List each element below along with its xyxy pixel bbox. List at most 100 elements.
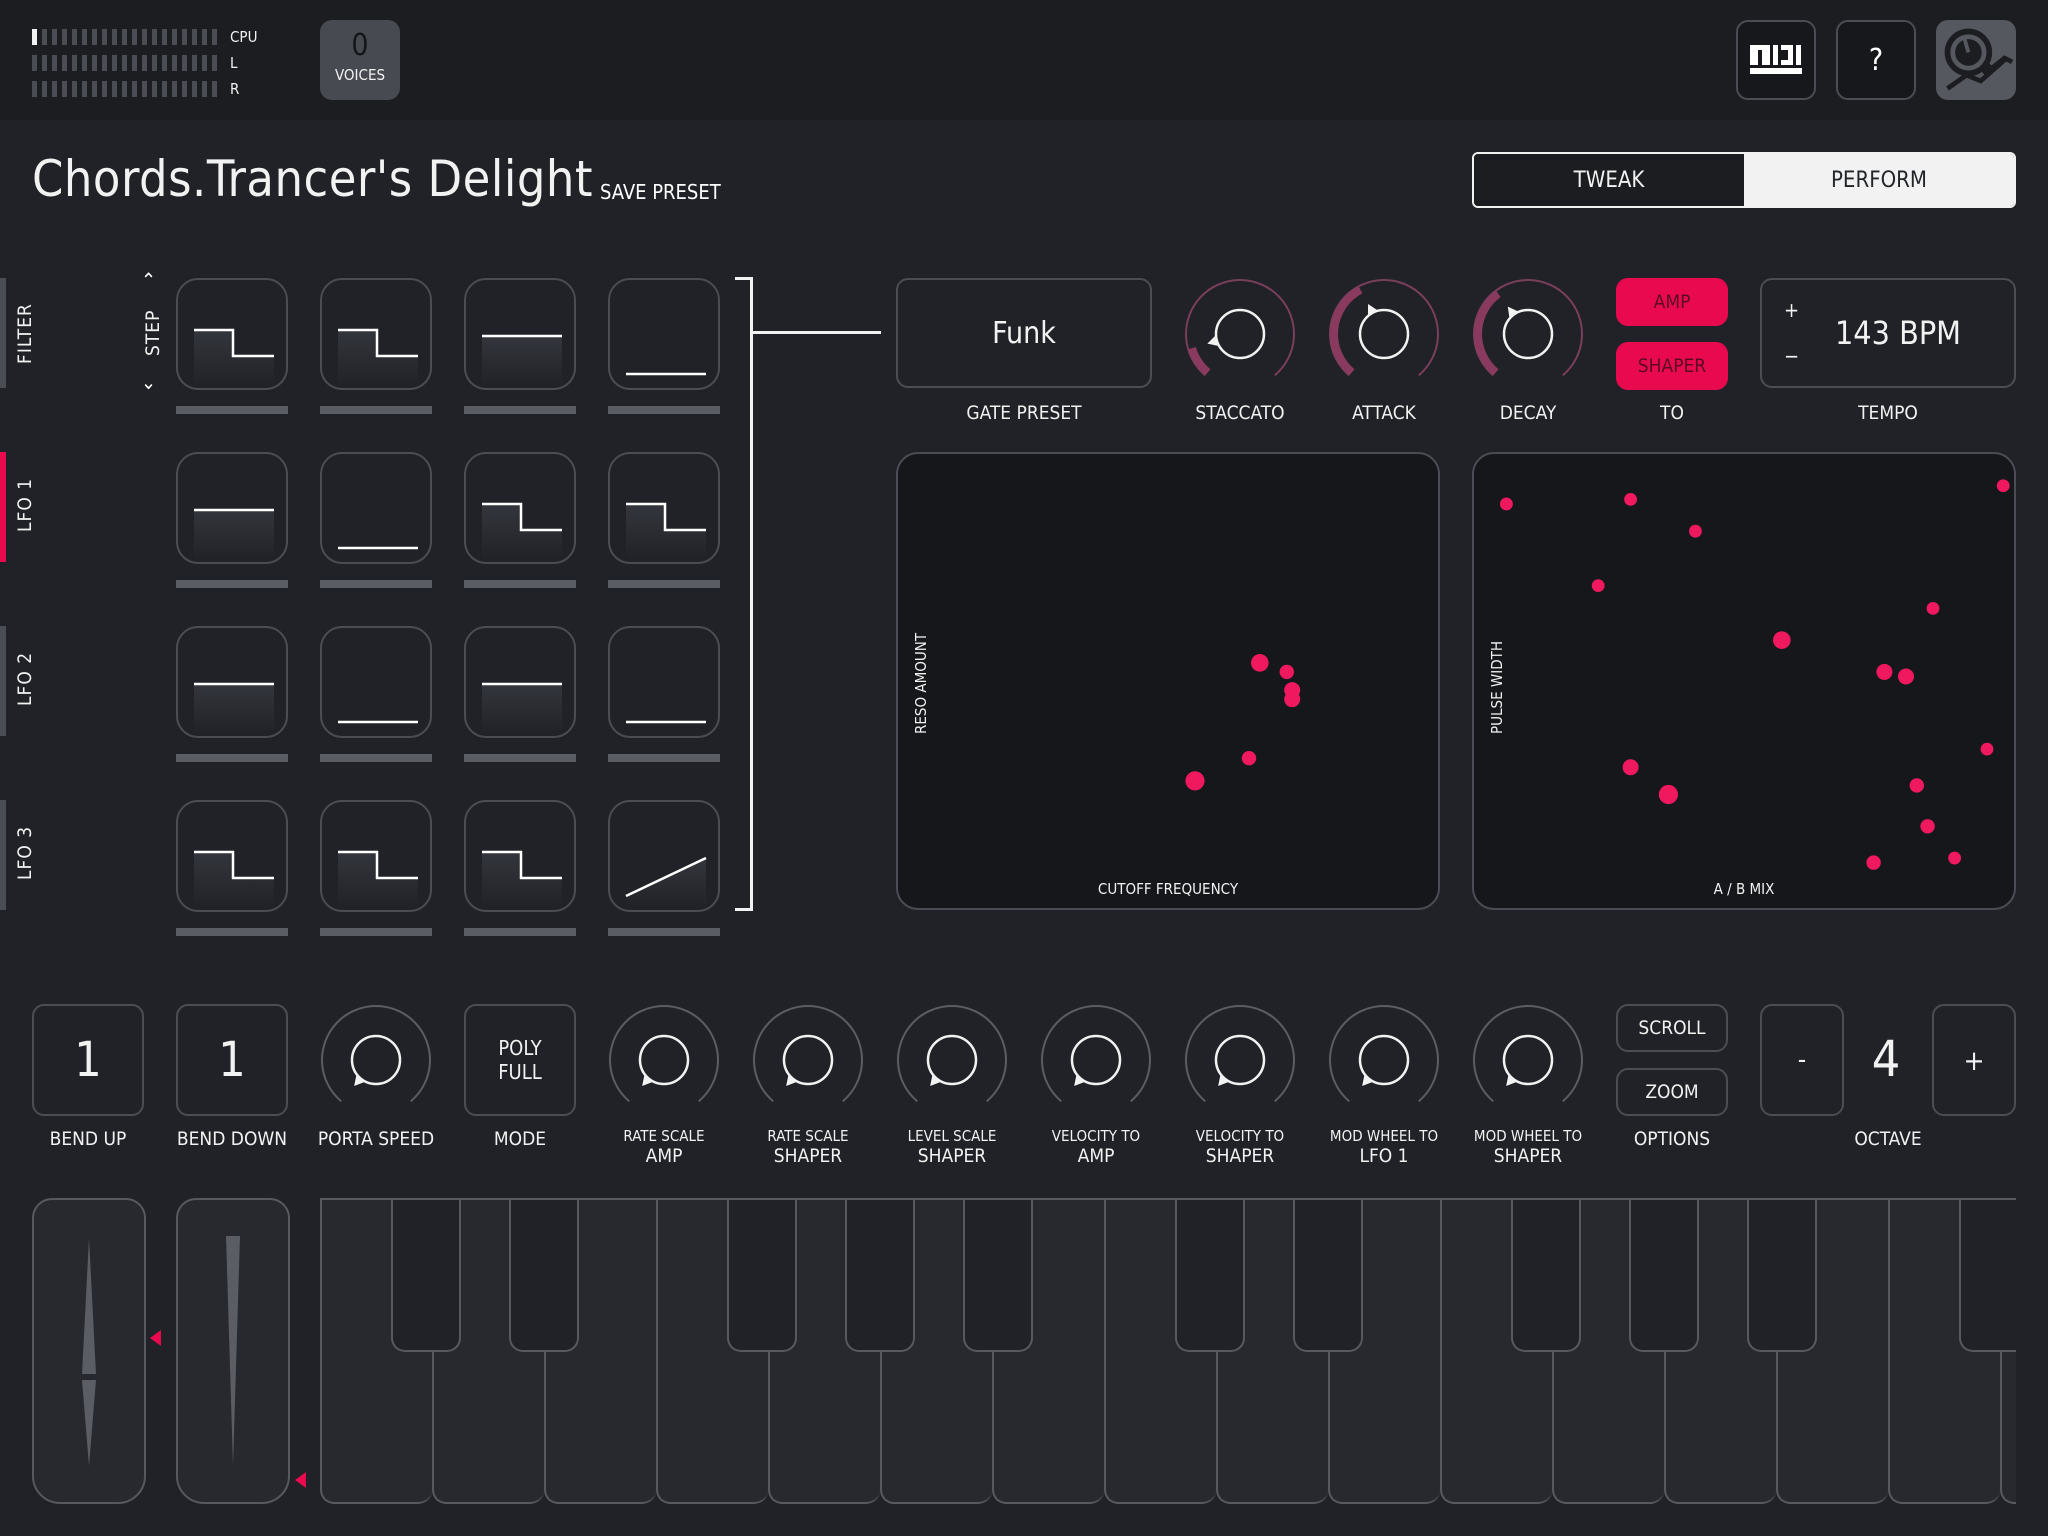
pad-point[interactable]: [1926, 601, 1940, 615]
step-cell[interactable]: [464, 800, 576, 912]
step-cell[interactable]: [464, 626, 576, 738]
control-knob-rate-scale-shaper[interactable]: [752, 1004, 864, 1120]
step-cell[interactable]: [176, 452, 288, 564]
xy-pad-filter[interactable]: RESO AMOUNT CUTOFF FREQUENCY: [896, 452, 1440, 910]
step-cell-bar[interactable]: [464, 754, 576, 762]
pad-point[interactable]: [1624, 493, 1637, 506]
to-shaper-button[interactable]: SHAPER: [1616, 342, 1728, 390]
pad-point[interactable]: [1251, 654, 1269, 672]
pad-point[interactable]: [1622, 759, 1639, 776]
black-key-C-sharp[interactable]: [1175, 1200, 1245, 1352]
step-cell-bar[interactable]: [608, 406, 720, 414]
step-cell[interactable]: [608, 626, 720, 738]
gate-preset-selector[interactable]: Funk: [896, 278, 1152, 388]
mode-button[interactable]: POLY FULL: [464, 1004, 576, 1116]
tempo-minus-button[interactable]: −: [1784, 344, 1799, 368]
black-key-F-sharp[interactable]: [1511, 1200, 1581, 1352]
step-cell-bar[interactable]: [464, 580, 576, 588]
pad-point[interactable]: [1866, 855, 1881, 870]
pad-point[interactable]: [1920, 819, 1935, 834]
step-down-chevron-icon[interactable]: ⌄: [141, 370, 156, 394]
xy-pad-osc[interactable]: PULSE WIDTH A / B MIX: [1472, 452, 2016, 910]
step-up-chevron-icon[interactable]: ⌃: [141, 268, 156, 292]
black-key-C-sharp[interactable]: [1959, 1200, 2016, 1352]
step-cell-bar[interactable]: [608, 580, 720, 588]
pad-point[interactable]: [1284, 691, 1301, 708]
control-knob-velocity-to-shaper[interactable]: [1184, 1004, 1296, 1120]
step-cell[interactable]: [608, 452, 720, 564]
step-cell[interactable]: [176, 278, 288, 390]
sidebar-tab-lfo2[interactable]: [0, 626, 6, 736]
sidebar-label-lfo2[interactable]: LFO 2: [14, 652, 36, 706]
bend-up-button[interactable]: 1: [32, 1004, 144, 1116]
black-key-D-sharp[interactable]: [1293, 1200, 1363, 1352]
pad-point[interactable]: [1279, 664, 1294, 680]
step-cell-bar[interactable]: [320, 580, 432, 588]
step-cell-bar[interactable]: [320, 406, 432, 414]
pitch-bend-wheel[interactable]: [32, 1198, 146, 1504]
pad-point[interactable]: [1876, 663, 1893, 680]
mod-wheel[interactable]: [176, 1198, 290, 1504]
sidebar-label-lfo3[interactable]: LFO 3: [14, 826, 36, 880]
help-button[interactable]: ?: [1836, 20, 1916, 100]
step-cell[interactable]: [320, 800, 432, 912]
zoom-button[interactable]: ZOOM: [1616, 1068, 1728, 1116]
pad-point[interactable]: [1241, 750, 1257, 766]
sidebar-label-lfo1[interactable]: LFO 1: [14, 478, 36, 532]
step-cell-bar[interactable]: [176, 928, 288, 936]
control-knob-rate-scale-amp[interactable]: [608, 1004, 720, 1120]
step-cell-bar[interactable]: [320, 754, 432, 762]
pad-point[interactable]: [1658, 784, 1678, 805]
step-cell-bar[interactable]: [608, 754, 720, 762]
porta-speed-knob[interactable]: [320, 1004, 432, 1120]
pad-point[interactable]: [1500, 497, 1513, 511]
gate-knob-decay[interactable]: [1472, 278, 1584, 394]
octave-up-button[interactable]: +: [1932, 1004, 2016, 1116]
control-knob-velocity-to-amp[interactable]: [1040, 1004, 1152, 1120]
step-cell-bar[interactable]: [176, 406, 288, 414]
control-knob-mod-wheel-to-shaper[interactable]: [1472, 1004, 1584, 1120]
black-key-A-sharp[interactable]: [1747, 1200, 1817, 1352]
step-cell-bar[interactable]: [608, 928, 720, 936]
step-cell-bar[interactable]: [320, 928, 432, 936]
midi-button[interactable]: [1736, 20, 1816, 100]
black-key-D-sharp[interactable]: [509, 1200, 579, 1352]
black-key-F-sharp[interactable]: [727, 1200, 797, 1352]
black-key-G-sharp[interactable]: [1629, 1200, 1699, 1352]
scroll-button[interactable]: SCROLL: [1616, 1004, 1728, 1052]
tempo-control[interactable]: + − 143 BPM: [1760, 278, 2016, 388]
audiobus-button[interactable]: [1936, 20, 2016, 100]
pad-point[interactable]: [1773, 631, 1791, 649]
black-key-A-sharp[interactable]: [963, 1200, 1033, 1352]
pad-point[interactable]: [1996, 479, 2010, 493]
step-cell[interactable]: [320, 626, 432, 738]
step-cell[interactable]: [464, 452, 576, 564]
tempo-plus-button[interactable]: +: [1784, 298, 1799, 322]
save-preset-button[interactable]: SAVE PRESET: [600, 180, 721, 204]
control-knob-mod-wheel-to-lfo-1[interactable]: [1328, 1004, 1440, 1120]
step-cell-bar[interactable]: [176, 754, 288, 762]
tab-tweak[interactable]: TWEAK: [1474, 154, 1744, 206]
control-knob-level-scale-shaper[interactable]: [896, 1004, 1008, 1120]
black-key-C-sharp[interactable]: [391, 1200, 461, 1352]
gate-knob-staccato[interactable]: [1184, 278, 1296, 394]
bend-down-button[interactable]: 1: [176, 1004, 288, 1116]
step-cell-bar[interactable]: [176, 580, 288, 588]
sidebar-tab-lfo3[interactable]: [0, 800, 6, 910]
black-key-G-sharp[interactable]: [845, 1200, 915, 1352]
tab-perform[interactable]: PERFORM: [1744, 154, 2014, 206]
pad-point[interactable]: [1591, 579, 1605, 593]
pad-point[interactable]: [1980, 742, 1994, 756]
pad-point[interactable]: [1185, 771, 1205, 791]
step-cell[interactable]: [176, 800, 288, 912]
step-cell-bar[interactable]: [464, 406, 576, 414]
sidebar-tab-filter[interactable]: [0, 278, 6, 388]
step-cell[interactable]: [320, 452, 432, 564]
step-cell[interactable]: [608, 278, 720, 390]
pad-point[interactable]: [1689, 524, 1702, 538]
to-amp-button[interactable]: AMP: [1616, 278, 1728, 326]
octave-down-button[interactable]: -: [1760, 1004, 1844, 1116]
gate-knob-attack[interactable]: [1328, 278, 1440, 394]
step-cell[interactable]: [320, 278, 432, 390]
pad-point[interactable]: [1898, 668, 1914, 685]
